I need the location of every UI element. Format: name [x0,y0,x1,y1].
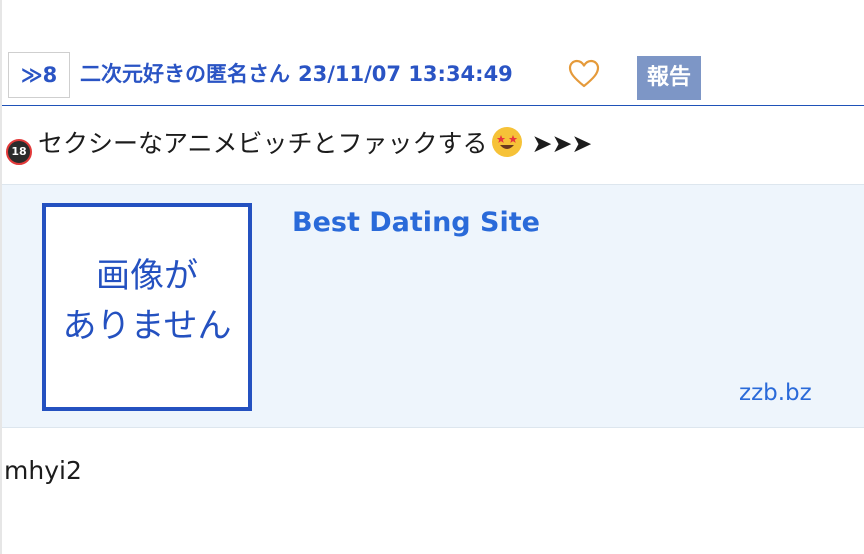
heart-icon[interactable] [568,59,600,89]
link-preview-card[interactable]: 画像が ありません Best Dating Site zzb.bz [2,184,864,428]
post-body-text: セクシーなアニメビッチとファックする [38,129,488,158]
link-domain: zzb.bz [739,380,812,406]
reply-number-button[interactable]: ≫8 [8,52,70,98]
post-body: 18 セクシーなアニメビッチとファックする ➤➤➤ [6,126,593,165]
thumbnail-placeholder: 画像が ありません [42,203,252,411]
report-button[interactable]: 報告 [637,56,701,100]
post-footer-text: mhyi2 [4,456,82,485]
no-under-18-icon: 18 [6,139,32,165]
author-name[interactable]: 二次元好きの匿名さん [80,62,290,86]
post: ≫8 二次元好きの匿名さん 23/11/07 13:34:49 報告 18 セクシー… [0,0,864,554]
arrow-decoration: ➤➤➤ [531,129,593,158]
thumbnail-text-line1: 画像が [96,256,198,296]
author-info[interactable]: 二次元好きの匿名さん 23/11/07 13:34:49 [80,59,513,89]
post-header: ≫8 二次元好きの匿名さん 23/11/07 13:34:49 報告 [2,40,864,106]
post-datetime: 23/11/07 13:34:49 [298,62,513,86]
thumbnail-text-line2: ありません [62,306,232,346]
star-struck-emoji-icon [491,127,522,157]
link-title[interactable]: Best Dating Site [292,205,540,241]
